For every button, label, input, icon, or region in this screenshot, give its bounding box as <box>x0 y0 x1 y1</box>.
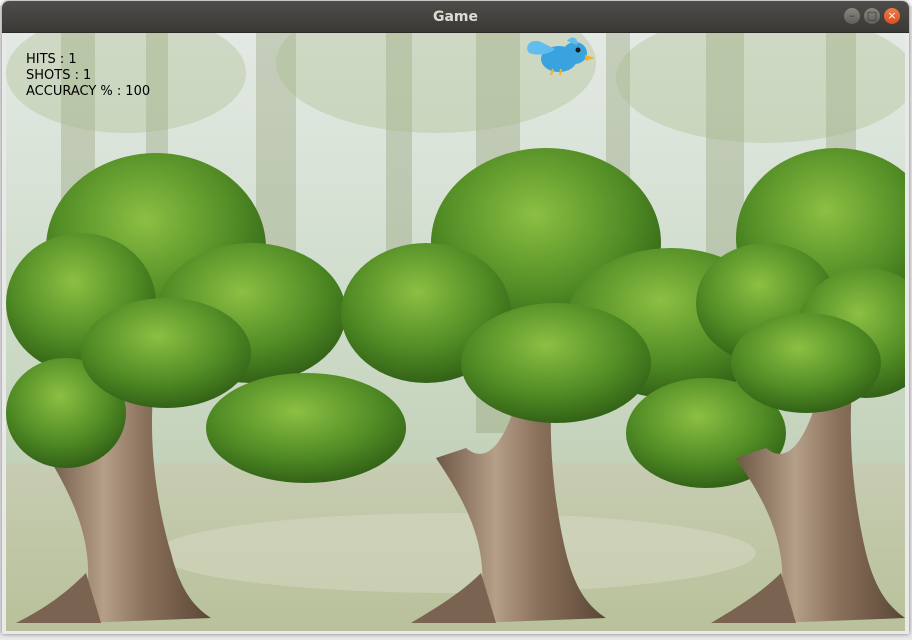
close-icon: × <box>887 9 897 22</box>
hits-label: HITS : <box>26 52 65 67</box>
score-hud: HITS : 1 SHOTS : 1 ACCURACY % : 100 <box>26 52 150 100</box>
shots-label: SHOTS : <box>26 68 79 83</box>
hits-row: HITS : 1 <box>26 52 150 68</box>
maximize-icon: □ <box>866 9 878 22</box>
hits-value: 1 <box>68 52 77 67</box>
shots-value: 1 <box>82 68 92 83</box>
close-button[interactable]: × <box>884 8 900 24</box>
accuracy-value: 100 <box>125 84 151 99</box>
title-bar[interactable]: Game – □ × <box>2 1 909 33</box>
accuracy-label: ACCURACY % : <box>26 84 122 99</box>
maximize-button[interactable]: □ <box>864 8 880 24</box>
minimize-button[interactable]: – <box>844 8 860 24</box>
window-title: Game <box>432 9 479 25</box>
forest-scene <box>6 33 905 631</box>
game-canvas[interactable]: HITS : 1 SHOTS : 1 ACCURACY % : 100 <box>6 33 905 631</box>
shots-row: SHOTS : 1 <box>26 68 150 84</box>
game-window: Game – □ × HITS: 1 SHOTS: 1 ACCURACY %… <box>2 1 909 634</box>
minimize-icon: – <box>849 9 855 22</box>
accuracy-row: ACCURACY % : 100 <box>26 84 150 100</box>
